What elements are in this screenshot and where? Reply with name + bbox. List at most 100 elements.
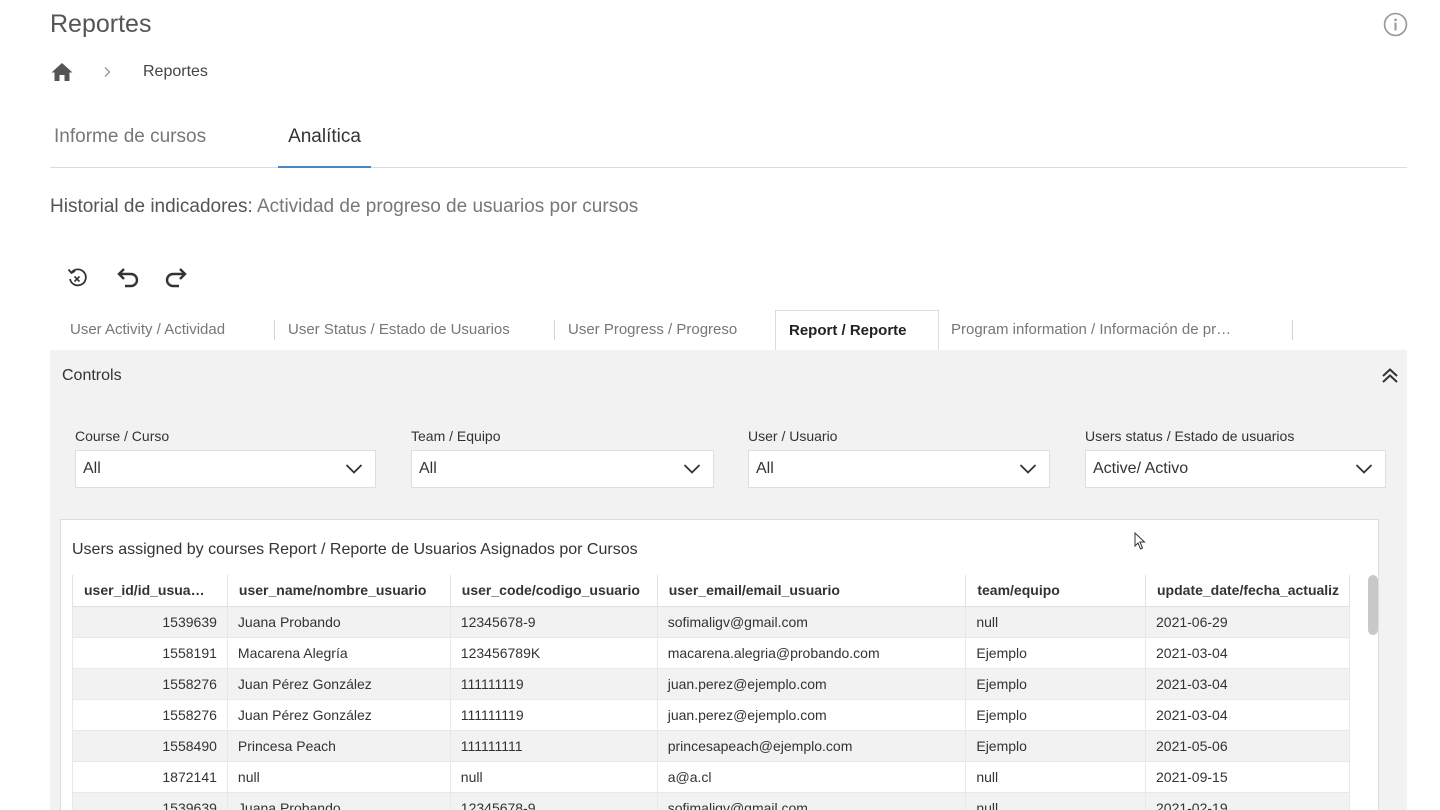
course-select-value: All [83,460,101,477]
cell-user-name: Juan Pérez González [226,698,451,731]
report-table: user_id/id_usua… user_name/nombre_usuari… [72,575,1350,810]
cell-update-date: 2021-09-15 [1145,760,1350,793]
cell-update-date: 2021-03-04 [1145,667,1350,700]
page-title: Reportes [50,10,152,38]
tab-separator [554,320,555,340]
cell-update-date: 2021-03-04 [1145,698,1350,731]
chevron-down-icon [345,464,363,474]
cell-user-name: null [226,760,451,793]
sheet-tabs: User Activity / Actividad User Status / … [55,310,1407,351]
cell-user-email: macarena.alegria@probando.com [656,636,967,669]
cell-user-name: Juana Probando [226,791,451,810]
cell-user-id: 1558191 [72,636,228,669]
cell-user-code: null [449,760,658,793]
cell-team: null [965,605,1146,638]
column-header-user-id[interactable]: user_id/id_usua… [72,575,228,607]
cell-team: null [965,791,1146,810]
user-filter: User / Usuario All [748,428,1050,488]
home-icon[interactable] [50,60,74,84]
tab-user-activity[interactable]: User Activity / Actividad [70,310,225,350]
cell-user-name: Juana Probando [226,605,451,638]
cell-user-email: juan.perez@ejemplo.com [656,667,967,700]
reset-button[interactable] [60,262,94,292]
redo-icon [165,268,187,288]
cell-team: Ejemplo [965,698,1146,731]
tab-report[interactable]: Report / Reporte [775,310,939,351]
tab-separator [1292,320,1293,340]
cell-user-id: 1539639 [72,791,228,810]
tab-analitica[interactable]: Analítica [278,122,371,168]
cell-user-id: 1558490 [72,729,228,762]
column-header-user-name[interactable]: user_name/nombre_usuario [226,575,451,607]
cell-update-date: 2021-03-04 [1145,636,1350,669]
table-row: 1558276 Juan Pérez González 111111119 ju… [72,667,1350,700]
cell-team: Ejemplo [965,729,1146,762]
team-select-value: All [419,460,437,477]
user-select-value: All [756,460,774,477]
cell-user-email: sofimaligv@gmail.com [656,791,967,810]
breadcrumb-current[interactable]: Reportes [143,63,208,81]
tab-user-status[interactable]: User Status / Estado de Usuarios [288,310,510,350]
cell-user-name: Juan Pérez González [226,667,451,700]
subtitle-text: Actividad de progreso de usuarios por cu… [257,196,639,217]
user-filter-label: User / Usuario [748,428,838,444]
table-row: 1558490 Princesa Peach 111111111 princes… [72,729,1350,762]
cell-update-date: 2021-02-19 [1145,791,1350,810]
table-row: 1539639 Juana Probando 12345678-9 sofima… [72,791,1350,810]
course-select[interactable]: All [75,450,376,488]
team-filter-label: Team / Equipo [411,428,501,444]
toolbar [60,262,194,292]
user-status-filter-label: Users status / Estado de usuarios [1085,428,1295,444]
table-row: 1558191 Macarena Alegría 123456789K maca… [72,636,1350,669]
tab-user-progress[interactable]: User Progress / Progreso [568,310,737,350]
report-card: Users assigned by courses Report / Repor… [60,519,1379,810]
cell-update-date: 2021-05-06 [1145,729,1350,762]
cell-user-id: 1558276 [72,667,228,700]
cell-user-email: sofimaligv@gmail.com [656,605,967,638]
double-chevron-up-icon[interactable] [1380,366,1400,386]
table-row: 1558276 Juan Pérez González 111111119 ju… [72,698,1350,731]
cell-team: Ejemplo [965,636,1146,669]
user-status-filter: Users status / Estado de usuarios Active… [1085,428,1386,488]
report-panel: Controls Course / Curso All Team / Equip… [50,350,1407,810]
cell-user-id: 1558276 [72,698,228,731]
column-header-team[interactable]: team/equipo [965,575,1146,607]
cell-user-code: 12345678-9 [449,605,658,638]
redo-button[interactable] [160,262,194,292]
mouse-cursor-icon [1134,532,1146,550]
indicator-history-title: Historial de indicadores: Actividad de p… [50,196,638,218]
user-status-select-value: Active/ Activo [1093,460,1189,477]
cell-user-email: a@a.cl [656,760,967,793]
cell-user-name: Macarena Alegría [226,636,451,669]
table-scrollbar[interactable] [1368,575,1378,635]
report-table-container[interactable]: user_id/id_usua… user_name/nombre_usuari… [72,575,1350,810]
table-row: 1539639 Juana Probando 12345678-9 sofima… [72,605,1350,638]
cell-user-id: 1872141 [72,760,228,793]
user-select[interactable]: All [748,450,1050,488]
team-select[interactable]: All [411,450,714,488]
cell-user-name: Princesa Peach [226,729,451,762]
course-filter: Course / Curso All [75,428,376,488]
cell-team: null [965,760,1146,793]
tab-informe-de-cursos[interactable]: Informe de cursos [54,122,206,167]
tab-program-information[interactable]: Program information / Información de pr… [951,310,1231,350]
chevron-right-icon [104,67,111,77]
chevron-down-icon [683,464,701,474]
cell-user-code: 123456789K [449,636,658,669]
cell-user-code: 111111119 [449,667,658,700]
user-status-select[interactable]: Active/ Activo [1085,450,1386,488]
undo-button[interactable] [110,262,144,292]
cell-team: Ejemplo [965,667,1146,700]
team-filter: Team / Equipo All [411,428,714,488]
info-icon[interactable] [1383,12,1408,37]
main-tabs: Informe de cursos Analítica [50,122,1407,168]
column-header-update-date[interactable]: update_date/fecha_actualiz [1145,575,1350,607]
cell-user-code: 111111111 [449,729,658,762]
undo-icon [117,268,139,288]
cell-user-code: 111111119 [449,698,658,731]
chevron-down-icon [1019,464,1037,474]
controls-label: Controls [62,367,122,384]
column-header-user-email[interactable]: user_email/email_usuario [656,575,967,607]
column-header-user-code[interactable]: user_code/codigo_usuario [449,575,658,607]
report-title: Users assigned by courses Report / Repor… [72,541,638,558]
